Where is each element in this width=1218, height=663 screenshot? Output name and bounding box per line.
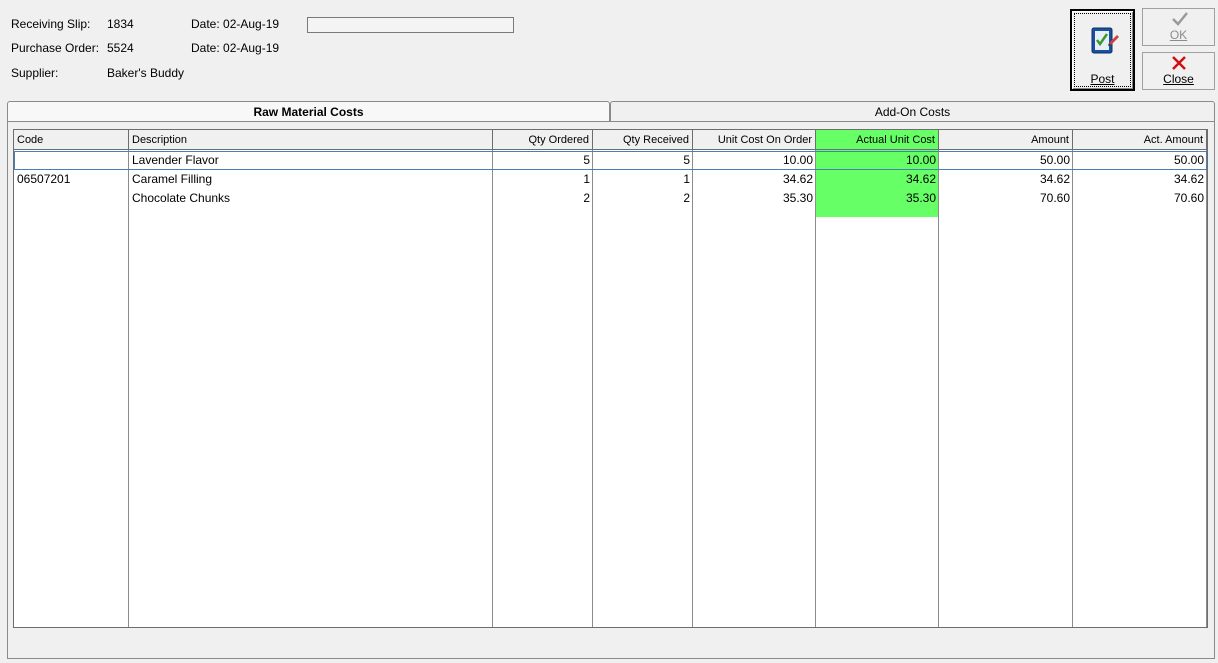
cell-unit-cost-on-order[interactable]: 10.00 — [693, 151, 816, 170]
post-button-label: Post — [1090, 72, 1115, 86]
table-row[interactable]: 06507201 Caramel Filling 1 1 34.62 34.62… — [14, 170, 1207, 189]
cell-qty-ordered[interactable]: 5 — [493, 151, 593, 170]
column-header-qty-ordered[interactable]: Qty Ordered — [493, 130, 593, 150]
cell-actual-unit-cost[interactable]: 34.62 — [816, 170, 939, 189]
column-header-qty-received[interactable]: Qty Received — [593, 130, 693, 150]
cell-qty-received[interactable]: 1 — [593, 170, 693, 189]
costs-table[interactable]: Code Description Qty Ordered Qty Receive… — [13, 129, 1208, 628]
close-button[interactable]: Close — [1142, 52, 1215, 90]
column-divider — [592, 150, 593, 627]
cell-act-amount[interactable]: 50.00 — [1073, 151, 1207, 170]
clipboard-check-icon — [1091, 27, 1119, 54]
cell-description[interactable]: Lavender Flavor — [129, 151, 493, 170]
checkmark-icon — [1172, 12, 1188, 26]
progress-bar — [307, 17, 514, 33]
receiving-date: Date: 02-Aug-19 — [191, 17, 280, 31]
column-divider — [492, 150, 493, 627]
ok-button-label: OK — [1169, 28, 1188, 42]
column-header-unit-cost-on-order[interactable]: Unit Cost On Order — [693, 130, 816, 150]
column-header-actual-unit-cost[interactable]: Actual Unit Cost — [816, 130, 939, 150]
cell-code[interactable] — [14, 151, 129, 170]
column-divider — [938, 150, 939, 627]
column-divider — [128, 150, 129, 627]
cell-amount[interactable]: 50.00 — [939, 151, 1073, 170]
receiving-slip-value: 1834 — [107, 17, 134, 31]
purchase-order-label: Purchase Order: — [11, 41, 100, 55]
supplier-label: Supplier: — [11, 66, 59, 80]
column-header-description[interactable]: Description — [129, 130, 493, 150]
cell-amount[interactable]: 70.60 — [939, 189, 1073, 208]
cell-amount[interactable]: 34.62 — [939, 170, 1073, 189]
purchase-order-value: 5524 — [107, 41, 134, 55]
receiving-slip-label: Receiving Slip: — [11, 17, 91, 31]
column-header-amount[interactable]: Amount — [939, 130, 1073, 150]
tab-raw-material-costs[interactable]: Raw Material Costs — [7, 101, 610, 122]
cell-act-amount[interactable]: 34.62 — [1073, 170, 1207, 189]
cell-qty-received[interactable]: 2 — [593, 189, 693, 208]
cell-actual-unit-cost[interactable]: 10.00 — [816, 151, 939, 170]
column-divider — [692, 150, 693, 627]
post-button[interactable]: Post — [1070, 9, 1135, 91]
column-divider — [1072, 150, 1073, 627]
cell-unit-cost-on-order[interactable]: 35.30 — [693, 189, 816, 208]
column-header-code[interactable]: Code — [14, 130, 129, 150]
supplier-value: Baker's Buddy — [107, 66, 184, 80]
column-header-act-amount[interactable]: Act. Amount — [1073, 130, 1207, 150]
cell-description[interactable]: Chocolate Chunks — [129, 189, 493, 208]
cell-act-amount[interactable]: 70.60 — [1073, 189, 1207, 208]
cell-code[interactable]: 06507201 — [14, 170, 129, 189]
close-icon — [1172, 56, 1186, 70]
purchase-order-date: Date: 02-Aug-19 — [191, 41, 280, 55]
cell-qty-ordered[interactable]: 2 — [493, 189, 593, 208]
column-divider — [815, 150, 816, 627]
ok-button[interactable]: OK — [1142, 8, 1215, 46]
close-button-label: Close — [1163, 72, 1194, 86]
cell-actual-unit-cost[interactable]: 35.30 — [816, 189, 939, 208]
table-row[interactable]: Chocolate Chunks 2 2 35.30 35.30 70.60 7… — [14, 189, 1207, 208]
cell-code[interactable] — [14, 189, 129, 208]
cell-unit-cost-on-order[interactable]: 34.62 — [693, 170, 816, 189]
tab-add-on-costs[interactable]: Add-On Costs — [610, 101, 1215, 122]
cell-qty-ordered[interactable]: 1 — [493, 170, 593, 189]
cell-qty-received[interactable]: 5 — [593, 151, 693, 170]
table-row[interactable]: Lavender Flavor 5 5 10.00 10.00 50.00 50… — [14, 151, 1207, 170]
column-divider — [1206, 150, 1207, 627]
cell-description[interactable]: Caramel Filling — [129, 170, 493, 189]
